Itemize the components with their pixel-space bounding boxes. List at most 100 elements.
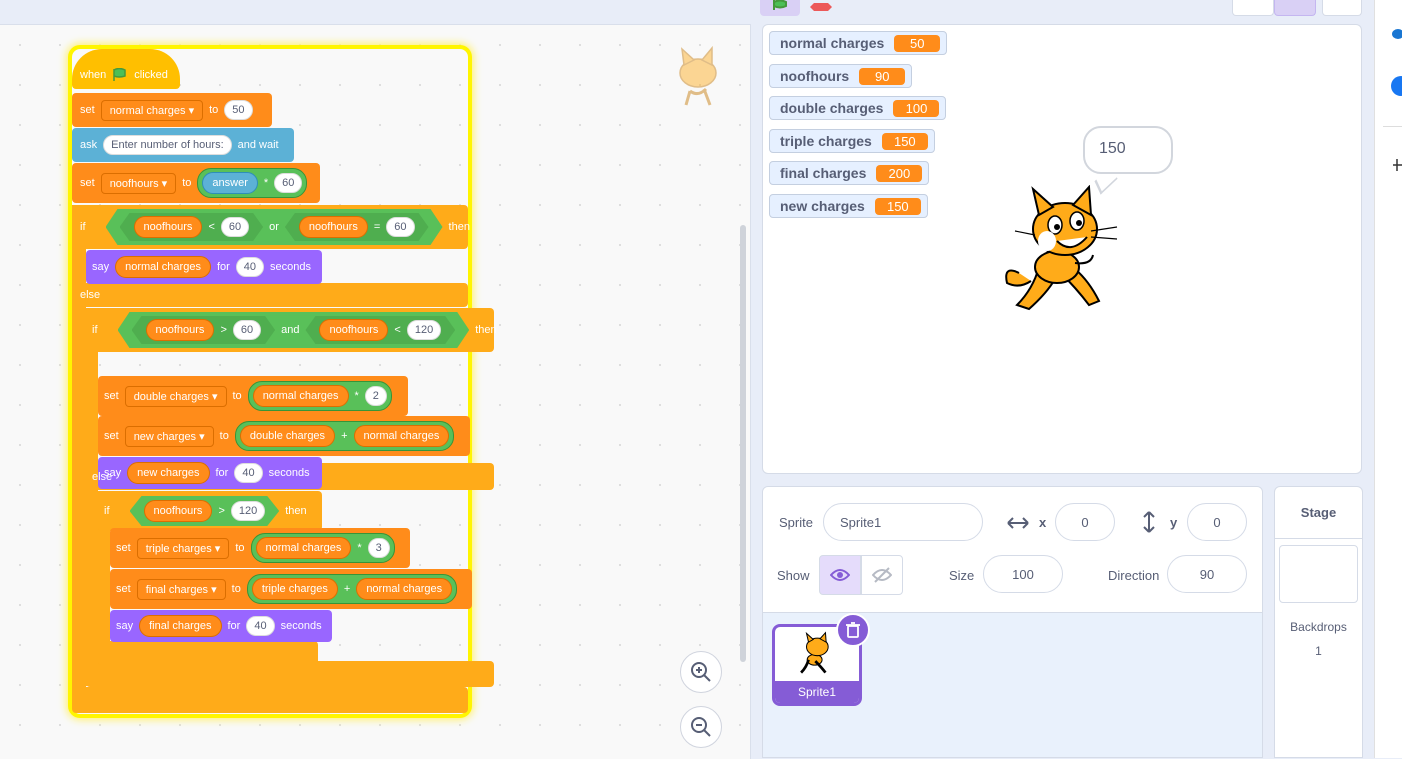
- else-label: else: [80, 289, 101, 301]
- number-input[interactable]: 40: [234, 463, 263, 483]
- number-input[interactable]: 120: [407, 320, 441, 340]
- greater-than-operator[interactable]: noofhours > 60: [132, 316, 276, 344]
- number-input[interactable]: 120: [231, 501, 265, 521]
- stop-button[interactable]: [806, 0, 836, 16]
- set-normal-charges-block[interactable]: set normal charges ▾ to 50: [72, 93, 272, 127]
- normal-charges-reporter[interactable]: normal charges: [255, 537, 352, 559]
- normal-charges-reporter[interactable]: normal charges: [115, 256, 211, 278]
- large-stage-button[interactable]: [1274, 0, 1316, 16]
- add-operator[interactable]: double charges + normal charges: [234, 421, 455, 451]
- number-input[interactable]: 3: [367, 538, 390, 558]
- small-stage-button[interactable]: [1232, 0, 1274, 16]
- vertical-arrows-icon: [1143, 511, 1155, 533]
- script-area[interactable]: when clicked set normal charges ▾ to 50 …: [0, 24, 751, 759]
- variable-dropdown[interactable]: double charges ▾: [124, 385, 227, 407]
- size-field[interactable]: 100: [983, 555, 1063, 593]
- and-operator[interactable]: noofhours > 60 and noofhours < 120: [118, 312, 470, 348]
- set-double-charges-block[interactable]: set double charges ▾ to normal charges *…: [98, 376, 408, 416]
- number-input[interactable]: 60: [221, 217, 249, 237]
- if-else-outer-header[interactable]: if noofhours < 60 or noofhours = 60 then: [72, 205, 470, 249]
- multiply-sign: *: [263, 177, 269, 189]
- zoom-out-button[interactable]: [680, 706, 722, 748]
- say-normal-charges-block[interactable]: say normal charges for 40 seconds: [86, 250, 322, 284]
- set-new-charges-block[interactable]: set new charges ▾ to double charges + no…: [98, 416, 470, 456]
- noofhours-reporter[interactable]: noofhours: [299, 216, 368, 238]
- monitor-new-charges[interactable]: new charges 150: [769, 194, 928, 218]
- right-strip-divider: [1383, 126, 1402, 127]
- if-else-outer-else-bar[interactable]: [72, 283, 468, 307]
- ask-and-wait-block[interactable]: ask Enter number of hours: and wait: [72, 128, 294, 162]
- monitor-double-charges[interactable]: double charges 100: [769, 96, 947, 120]
- if-inner-header[interactable]: if noofhours > 120 then: [98, 491, 322, 531]
- set-noofhours-block[interactable]: set noofhours ▾ to answer * 60: [72, 163, 320, 203]
- multiply-operator[interactable]: normal charges * 2: [247, 381, 392, 411]
- variable-dropdown[interactable]: final charges ▾: [136, 578, 226, 600]
- noofhours-reporter[interactable]: noofhours: [134, 216, 203, 238]
- noofhours-reporter[interactable]: noofhours: [319, 319, 388, 341]
- backdrop-thumbnail[interactable]: [1279, 545, 1358, 603]
- zoom-in-button[interactable]: [680, 651, 722, 693]
- right-edge-strip: [1374, 0, 1402, 758]
- horizontal-arrows-icon: [1007, 517, 1029, 529]
- number-input[interactable]: 50: [224, 100, 253, 120]
- delete-sprite-button[interactable]: [836, 613, 870, 647]
- multiply-operator[interactable]: normal charges * 3: [250, 533, 395, 563]
- set-triple-charges-block[interactable]: set triple charges ▾ to normal charges *…: [110, 528, 410, 568]
- less-than-operator[interactable]: noofhours < 120: [305, 316, 455, 344]
- monitor-normal-charges[interactable]: normal charges 50: [769, 31, 948, 55]
- script-scrollbar[interactable]: [740, 225, 746, 662]
- greater-than-operator[interactable]: noofhours > 120: [130, 496, 280, 526]
- equals-operator[interactable]: noofhours = 60: [285, 213, 429, 241]
- number-input[interactable]: 60: [386, 217, 414, 237]
- variable-dropdown[interactable]: triple charges ▾: [136, 537, 230, 559]
- sprite-name-field[interactable]: Sprite1: [823, 503, 983, 541]
- cat-sprite[interactable]: [999, 185, 1129, 315]
- noofhours-reporter[interactable]: noofhours: [146, 319, 215, 341]
- if-else-outer-foot: [72, 687, 468, 713]
- multiply-operator[interactable]: answer * 60: [197, 168, 308, 198]
- variable-dropdown[interactable]: normal charges ▾: [100, 99, 204, 121]
- show-hidden-toggle[interactable]: [861, 555, 903, 595]
- number-input[interactable]: 40: [235, 257, 265, 277]
- monitor-noofhours[interactable]: noofhours 90: [769, 64, 913, 88]
- to-label: to: [231, 583, 241, 595]
- fullscreen-button[interactable]: [1322, 0, 1362, 16]
- when-flag-clicked-block[interactable]: when clicked: [72, 49, 180, 89]
- y-field[interactable]: 0: [1187, 503, 1247, 541]
- variable-dropdown[interactable]: noofhours ▾: [100, 172, 177, 194]
- number-input[interactable]: 60: [233, 320, 261, 340]
- hat-clicked-label: clicked: [134, 69, 168, 81]
- monitor-final-charges[interactable]: final charges 200: [769, 161, 930, 185]
- set-final-charges-block[interactable]: set final charges ▾ to triple charges + …: [110, 569, 472, 609]
- for-label: for: [216, 261, 230, 273]
- direction-field[interactable]: 90: [1167, 555, 1247, 593]
- add-operator[interactable]: triple charges + normal charges: [246, 574, 458, 604]
- stage-selector-pane[interactable]: Stage Backdrops 1: [1274, 486, 1363, 758]
- say-final-charges-block[interactable]: say final charges for 40 seconds: [110, 610, 332, 642]
- noofhours-reporter[interactable]: noofhours: [144, 500, 213, 522]
- say-new-charges-block[interactable]: say new charges for 40 seconds: [98, 457, 322, 489]
- double-charges-reporter[interactable]: double charges: [239, 425, 336, 447]
- plus-icon[interactable]: [1393, 158, 1402, 172]
- green-flag-button[interactable]: [760, 0, 800, 16]
- or-operator[interactable]: noofhours < 60 or noofhours = 60: [106, 209, 443, 245]
- monitor-triple-charges[interactable]: triple charges 150: [769, 129, 935, 153]
- ask-prompt-input[interactable]: Enter number of hours:: [103, 135, 232, 155]
- number-input[interactable]: 60: [274, 173, 303, 193]
- answer-reporter[interactable]: answer: [202, 172, 258, 194]
- normal-charges-reporter[interactable]: normal charges: [353, 425, 450, 447]
- variable-dropdown[interactable]: new charges ▾: [124, 425, 214, 447]
- number-input[interactable]: 2: [364, 386, 387, 406]
- show-visible-toggle[interactable]: [819, 555, 861, 595]
- triple-charges-reporter[interactable]: triple charges: [251, 578, 338, 600]
- final-charges-reporter[interactable]: final charges: [139, 615, 222, 637]
- else-label: else: [92, 471, 113, 483]
- less-than-operator[interactable]: noofhours < 60: [120, 213, 264, 241]
- x-field[interactable]: 0: [1055, 503, 1115, 541]
- if-else-mid-header[interactable]: if noofhours > 60 and noofhours < 120 th…: [86, 308, 497, 352]
- new-charges-reporter[interactable]: new charges: [127, 462, 210, 484]
- normal-charges-reporter[interactable]: normal charges: [356, 578, 453, 600]
- normal-charges-reporter[interactable]: normal charges: [252, 385, 349, 407]
- number-input[interactable]: 40: [246, 616, 275, 636]
- stage[interactable]: normal charges 50 noofhours 90 double ch…: [762, 24, 1362, 474]
